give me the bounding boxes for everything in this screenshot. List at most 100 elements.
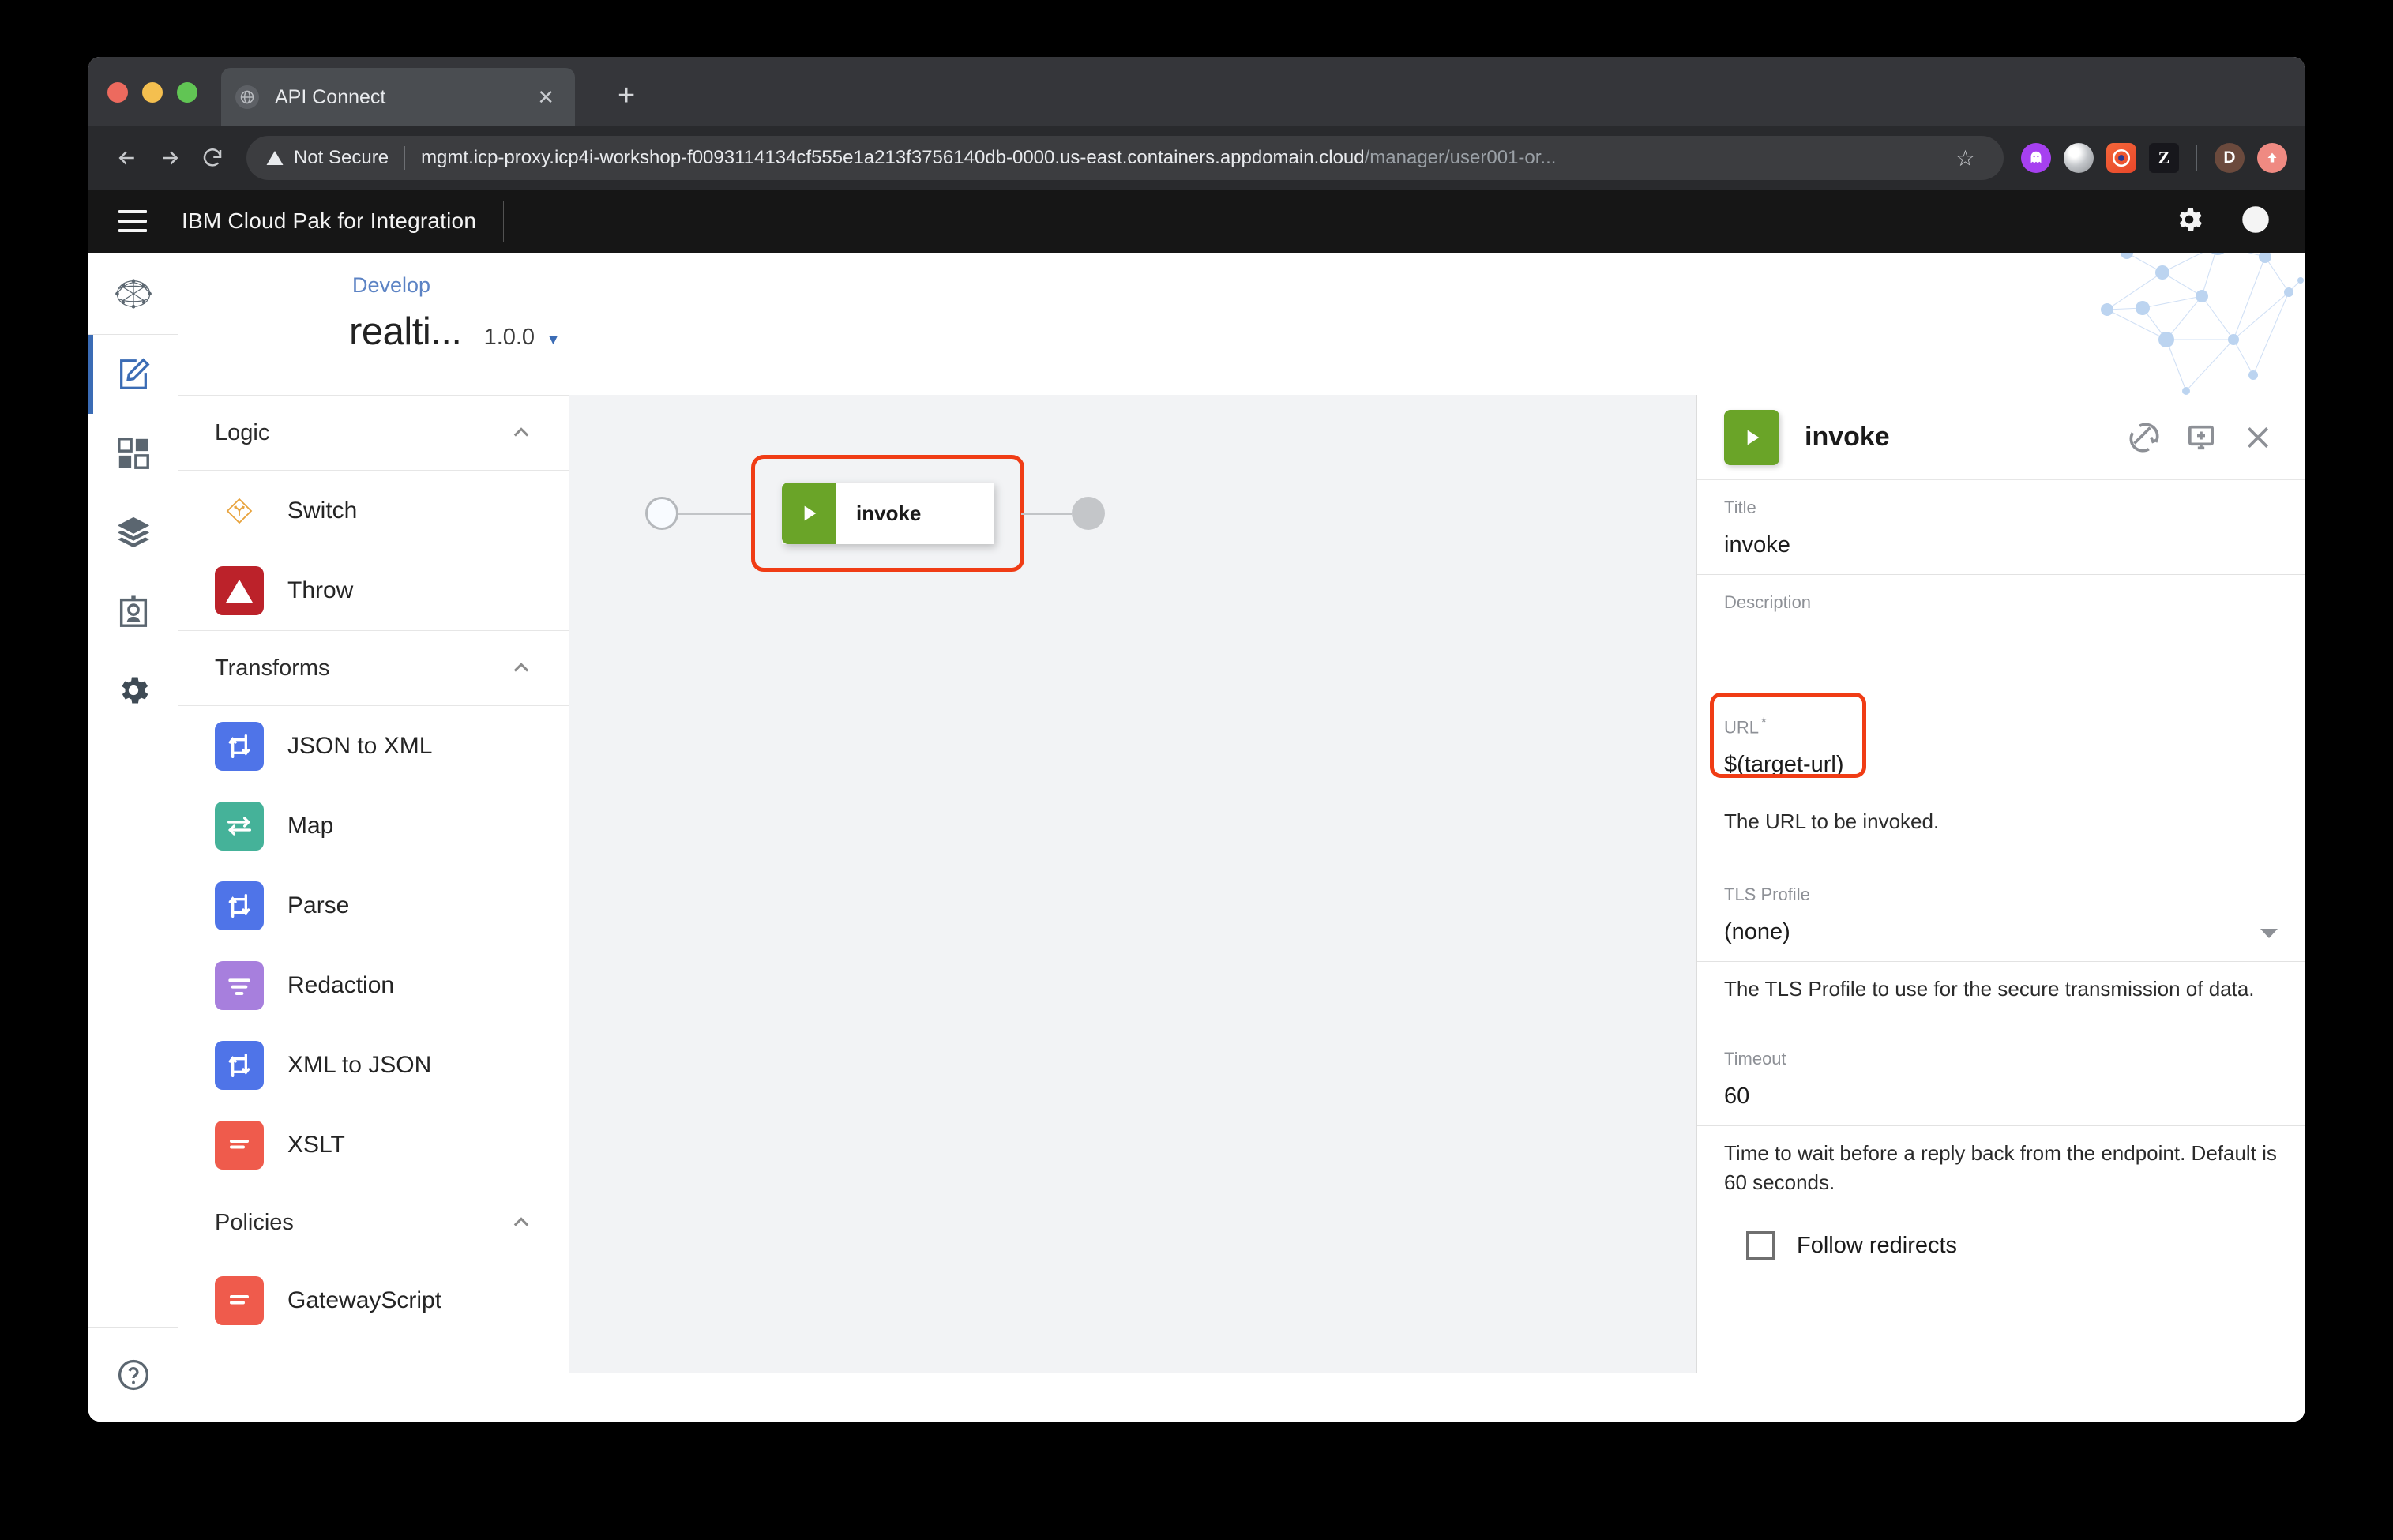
close-icon[interactable] xyxy=(2237,416,2279,459)
palette-item-gatewayscript[interactable]: GatewayScript xyxy=(178,1260,569,1340)
palette-item-json-to-xml[interactable]: JSON to XML xyxy=(178,706,569,786)
follow-redirects-row[interactable]: Follow redirects xyxy=(1697,1198,2305,1260)
browser-window: API Connect ✕ + Not Secure mgmt.icp-prox… xyxy=(88,57,2305,1422)
palette-section-logic[interactable]: Logic xyxy=(178,395,569,471)
network-constellation-graphic xyxy=(2101,253,2304,395)
transform-arrows-icon xyxy=(215,1040,264,1090)
browser-tab-strip: API Connect ✕ + xyxy=(88,57,2305,126)
palette-item-label: XML to JSON xyxy=(287,1051,432,1078)
breadcrumb-develop[interactable]: Develop xyxy=(352,273,430,298)
help-question-icon[interactable] xyxy=(88,1327,178,1422)
field-description: Description xyxy=(1697,575,2305,689)
required-asterisk: * xyxy=(1761,715,1767,730)
sidebar-item-settings[interactable] xyxy=(88,651,178,730)
field-timeout: Timeout 60 xyxy=(1697,1005,2305,1125)
flow-end-circle[interactable] xyxy=(1072,497,1105,530)
omnibox-divider xyxy=(404,146,406,170)
chevron-up-icon[interactable] xyxy=(510,657,532,679)
palette-item-label: Switch xyxy=(287,497,358,524)
script-lines-icon xyxy=(215,1275,264,1325)
policy-node-invoke[interactable]: invoke xyxy=(782,483,994,544)
user-account-icon[interactable] xyxy=(2240,204,2271,239)
global-header-actions xyxy=(2173,204,2305,239)
url-label-text: URL xyxy=(1724,717,1760,738)
switch-branch-icon xyxy=(215,486,264,535)
palette-item-map[interactable]: Map xyxy=(178,786,569,866)
redaction-lines-icon xyxy=(215,960,264,1010)
hamburger-menu-icon[interactable] xyxy=(112,201,153,242)
star-icon[interactable]: ☆ xyxy=(1955,145,1975,171)
sidebar-item-identity[interactable] xyxy=(88,572,178,651)
properties-panel: invoke Title invoke Description URL * $(… xyxy=(1696,395,2305,1373)
update-arrow-icon[interactable] xyxy=(2257,143,2287,173)
tls-profile-select[interactable]: (none) xyxy=(1724,905,2278,961)
new-tab-button[interactable]: + xyxy=(610,77,643,114)
palette-item-label: Throw xyxy=(287,577,354,603)
zotero-extension-icon[interactable]: Z xyxy=(2149,143,2179,173)
palette-item-switch[interactable]: Switch xyxy=(178,471,569,550)
ghost-extension-icon[interactable] xyxy=(2021,143,2051,173)
target-extension-icon[interactable] xyxy=(2106,143,2136,173)
description-input[interactable] xyxy=(1724,613,2278,689)
palette-item-parse[interactable]: Parse xyxy=(178,866,569,945)
reload-icon[interactable] xyxy=(191,137,234,179)
maximize-window-button[interactable] xyxy=(177,82,197,103)
policy-node-label: invoke xyxy=(836,483,994,544)
field-title: Title invoke xyxy=(1697,480,2305,574)
warning-triangle-icon xyxy=(215,565,264,615)
caret-down-icon[interactable]: ▼ xyxy=(546,332,561,349)
assembly-flow: invoke xyxy=(645,455,1105,572)
browser-tab-title: API Connect xyxy=(275,85,386,108)
application-viewport: IBM Cloud Pak for Integration Develop re… xyxy=(88,190,2305,1422)
browser-extensions: Z D xyxy=(2016,143,2287,173)
assembly-canvas[interactable]: invoke xyxy=(569,395,1696,1373)
chevron-up-icon[interactable] xyxy=(510,422,532,444)
properties-header: invoke xyxy=(1697,395,2305,480)
sidebar-item-develop[interactable] xyxy=(88,335,178,414)
chevron-up-icon[interactable] xyxy=(510,1211,532,1234)
field-tls-profile: TLS Profile (none) xyxy=(1697,837,2305,961)
profile-avatar[interactable]: D xyxy=(2215,143,2245,173)
sphere-extension-icon[interactable] xyxy=(2064,143,2094,173)
address-bar[interactable]: Not Secure mgmt.icp-proxy.icp4i-workshop… xyxy=(246,136,2004,180)
flow-wire xyxy=(678,512,754,515)
browser-tab[interactable]: API Connect ✕ xyxy=(221,68,575,126)
policy-palette: Logic Switch Throw Transforms JSON to XM… xyxy=(178,395,569,1422)
sidebar-item-layers[interactable] xyxy=(88,493,178,572)
minimize-window-button[interactable] xyxy=(142,82,163,103)
palette-section-title: Logic xyxy=(215,419,270,445)
palette-item-label: JSON to XML xyxy=(287,732,433,759)
url-input[interactable]: $(target-url) xyxy=(1724,738,2278,794)
url-path: /manager/user001-or... xyxy=(1364,147,1557,168)
close-icon[interactable]: ✕ xyxy=(531,84,561,111)
flip-orientation-icon[interactable] xyxy=(2123,416,2166,459)
title-input[interactable]: invoke xyxy=(1724,518,2278,574)
field-label: Description xyxy=(1724,592,1812,612)
global-header: IBM Cloud Pak for Integration xyxy=(88,190,2305,253)
flow-start-circle[interactable] xyxy=(645,497,678,530)
timeout-input[interactable]: 60 xyxy=(1724,1069,2278,1125)
follow-redirects-checkbox[interactable] xyxy=(1746,1231,1775,1260)
forward-arrow-icon[interactable] xyxy=(148,137,191,179)
palette-item-redaction[interactable]: Redaction xyxy=(178,945,569,1025)
sidebar-item-dashboard[interactable] xyxy=(88,414,178,493)
palette-section-policies[interactable]: Policies xyxy=(178,1185,569,1260)
palette-item-label: Map xyxy=(287,812,334,839)
script-lines-icon xyxy=(215,1120,264,1170)
field-label: URL * xyxy=(1724,710,2278,738)
palette-section-transforms[interactable]: Transforms xyxy=(178,630,569,706)
globe-icon xyxy=(235,85,259,109)
window-traffic-lights[interactable] xyxy=(107,82,197,103)
field-label: Title xyxy=(1724,498,1756,517)
add-to-screen-icon[interactable] xyxy=(2180,416,2222,459)
gear-icon xyxy=(121,677,148,704)
gear-icon[interactable] xyxy=(2173,204,2205,239)
palette-item-xslt[interactable]: XSLT xyxy=(178,1105,569,1185)
back-arrow-icon[interactable] xyxy=(106,137,148,179)
palette-item-label: Redaction xyxy=(287,971,395,998)
palette-item-xml-to-json[interactable]: XML to JSON xyxy=(178,1025,569,1105)
palette-item-throw[interactable]: Throw xyxy=(178,550,569,630)
close-window-button[interactable] xyxy=(107,82,128,103)
tls-profile-help-text: The TLS Profile to use for the secure tr… xyxy=(1724,977,2255,1001)
header-divider xyxy=(503,201,505,242)
